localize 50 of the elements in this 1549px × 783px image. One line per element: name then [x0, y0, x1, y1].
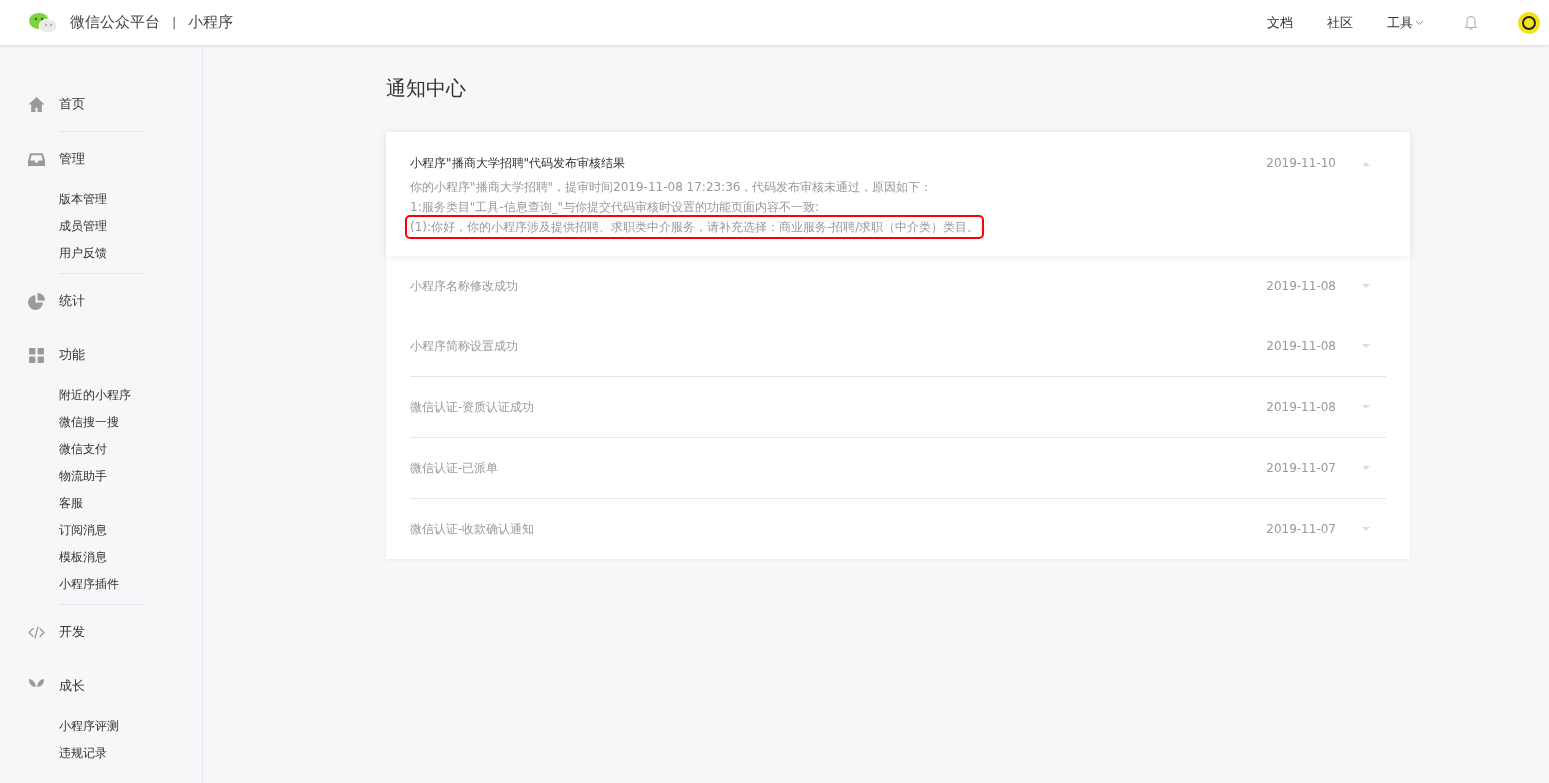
- notification-date: 2019-11-10: [1266, 156, 1336, 170]
- sidebar-item[interactable]: 成长: [0, 659, 202, 713]
- caret-down-icon[interactable]: [1362, 465, 1370, 471]
- caret-down-icon[interactable]: [1362, 283, 1370, 289]
- caret-down-icon[interactable]: [1362, 404, 1370, 410]
- sidebar-subitem[interactable]: 小程序插件: [0, 570, 202, 598]
- sidebar-subitem[interactable]: 违规记录: [0, 739, 202, 767]
- caret-up-icon[interactable]: [1362, 160, 1370, 166]
- inbox-icon: [28, 150, 45, 168]
- chat-bubbles-logo: [28, 11, 58, 34]
- pie-chart-icon: [28, 292, 45, 310]
- notification-date: 2019-11-07: [1266, 461, 1336, 475]
- message-line: 你的小程序"播商大学招聘"，提审时间2019-11-08 17:23:36，代码发布审核未通过，原因如下：: [409, 179, 934, 196]
- product-title: 小程序: [188, 13, 234, 32]
- nav-link[interactable]: 工具: [1387, 13, 1424, 32]
- nav-link[interactable]: 社区: [1327, 13, 1353, 32]
- code-icon: [28, 623, 45, 641]
- sidebar-item[interactable]: 开发: [0, 605, 202, 659]
- sidebar-subitem[interactable]: 物流助手: [0, 462, 202, 490]
- page-title: 通知中心: [386, 75, 467, 102]
- brand-title: 微信公众平台: [70, 13, 160, 32]
- sidebar-subitem[interactable]: 附近的小程序: [0, 381, 202, 409]
- sidebar-subitem[interactable]: 用户反馈: [0, 239, 202, 267]
- sidebar-subitem[interactable]: 版本管理: [0, 185, 202, 213]
- grid-icon: [28, 346, 45, 364]
- notification-date: 2019-11-08: [1266, 400, 1336, 414]
- sidebar-subitem[interactable]: 订阅消息: [0, 516, 202, 544]
- avatar-circle[interactable]: [1518, 11, 1540, 34]
- message-line: 1:服务类目"工具-信息查询_"与你提交代码审核时设置的功能页面内容不一致:: [409, 199, 821, 216]
- caret-down-icon[interactable]: [1362, 343, 1370, 349]
- sidebar-item[interactable]: 功能: [0, 328, 202, 382]
- sidebar-subitem[interactable]: 微信支付: [0, 435, 202, 463]
- sidebar-subitem[interactable]: 模板消息: [0, 543, 202, 571]
- home-icon: [28, 95, 45, 113]
- caret-down-icon[interactable]: [1362, 526, 1370, 532]
- highlighted-message-line: (1):你好，你的小程序涉及提供招聘、求职类中介服务，请补充选择：商业服务-招聘/求职（中介类）类目。: [408, 218, 982, 236]
- sidebar-subitem[interactable]: 小程序评测: [0, 712, 202, 740]
- title-separator: |: [172, 15, 177, 30]
- bell-icon[interactable]: [1464, 14, 1478, 31]
- notification-date: 2019-11-07: [1266, 522, 1336, 536]
- notification-date: 2019-11-08: [1266, 339, 1336, 353]
- sidebar-subitem[interactable]: 成员管理: [0, 212, 202, 240]
- nav-link[interactable]: 文档: [1267, 13, 1293, 32]
- sidebar-item[interactable]: 首页: [0, 77, 202, 131]
- notification-title[interactable]: 小程序"播商大学招聘"代码发布审核结果: [410, 154, 1267, 172]
- sidebar-subitem[interactable]: 微信搜一搜: [0, 408, 202, 436]
- sidebar-subitem[interactable]: 客服: [0, 489, 202, 517]
- notification-date: 2019-11-08: [1266, 279, 1336, 293]
- sidebar-item[interactable]: 统计: [0, 274, 202, 328]
- sidebar-item[interactable]: 管理: [0, 132, 202, 186]
